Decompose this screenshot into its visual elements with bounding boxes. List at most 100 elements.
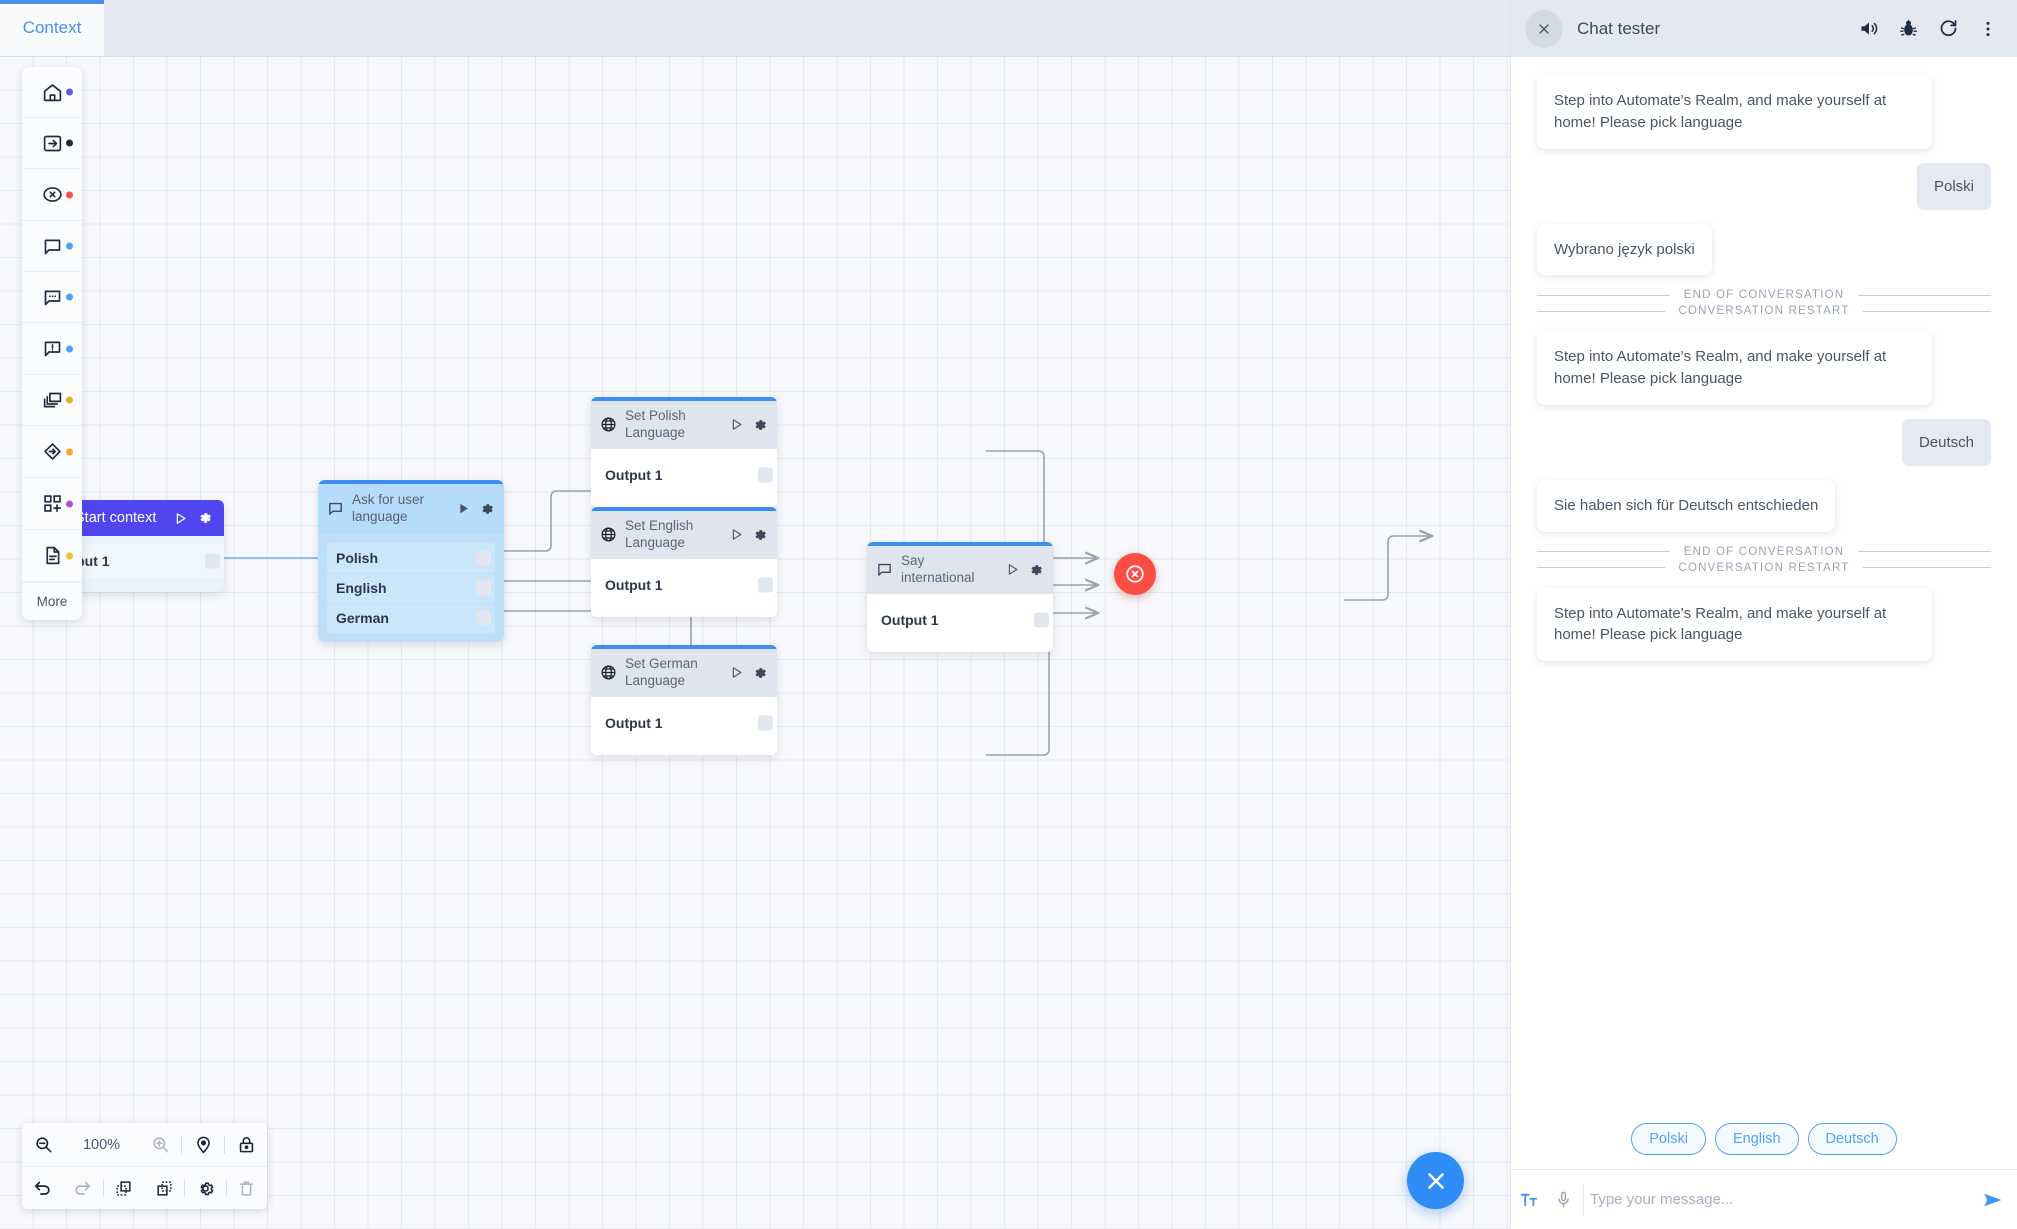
palette-dot	[66, 191, 73, 198]
gear-icon[interactable]	[479, 501, 495, 517]
tab-context[interactable]: Context	[0, 0, 104, 56]
divider-label: END OF CONVERSATION	[1683, 289, 1845, 302]
canvas-settings-button[interactable]	[185, 1179, 225, 1198]
output-port[interactable]	[1034, 612, 1049, 628]
chat-menu-button[interactable]	[1973, 19, 2003, 39]
text-format-button[interactable]	[1511, 1190, 1546, 1210]
microphone-button[interactable]	[1546, 1190, 1581, 1209]
output-port[interactable]	[476, 580, 491, 596]
redo-icon	[75, 1181, 91, 1195]
node-set-polish-language[interactable]: Set Polish Language Output 1	[591, 397, 777, 507]
paste-selection-button[interactable]	[144, 1179, 184, 1198]
trash-icon	[240, 1181, 254, 1196]
node-body: Output 1	[591, 448, 777, 507]
play-icon[interactable]	[729, 665, 744, 680]
conversation-divider: CONVERSATION RESTART	[1537, 562, 1991, 574]
palette-item-document[interactable]	[22, 530, 82, 581]
output-port[interactable]	[476, 550, 491, 566]
play-icon[interactable]	[173, 511, 188, 526]
flow-canvas[interactable]: More Start context Output 1	[0, 57, 1510, 1229]
send-button[interactable]	[1969, 1189, 2017, 1211]
lock-button[interactable]	[225, 1135, 267, 1154]
play-icon[interactable]	[729, 527, 744, 542]
gear-icon[interactable]	[1028, 562, 1044, 578]
play-icon[interactable]	[1005, 562, 1020, 577]
globe-icon	[601, 665, 616, 680]
node-output-row[interactable]: Output 1	[591, 705, 777, 740]
palette-item-home[interactable]	[22, 67, 82, 118]
output-port[interactable]	[758, 715, 773, 731]
bot-bubble: Step into Automate's Realm, and make you…	[1537, 587, 1932, 661]
conversation-divider: END OF CONVERSATION	[1537, 546, 1992, 558]
node-set-english-language[interactable]: Set English Language Output 1	[591, 507, 777, 617]
canvas-toolbar: 100%	[22, 1123, 267, 1209]
connector-layer	[215, 450, 1510, 756]
microphone-icon	[1558, 1191, 1569, 1208]
locate-button[interactable]	[182, 1135, 224, 1154]
zoom-in-button[interactable]	[139, 1135, 181, 1154]
node-output-row[interactable]: Output 1	[867, 602, 1053, 637]
play-icon[interactable]	[729, 417, 744, 432]
output-port[interactable]	[758, 467, 773, 483]
node-end-conversation[interactable]	[1114, 553, 1156, 595]
quick-reply-english[interactable]: English	[1714, 1123, 1799, 1155]
sound-toggle-button[interactable]	[1853, 18, 1883, 39]
zoom-level: 100%	[82, 1136, 121, 1153]
zoom-out-button[interactable]	[22, 1135, 64, 1154]
play-icon[interactable]	[456, 501, 471, 516]
chat-message-input[interactable]	[1590, 1191, 1969, 1208]
choice-row-english[interactable]: English	[327, 572, 495, 603]
palette-item-diamond-arrow[interactable]	[22, 426, 82, 477]
node-output-row[interactable]: Output 1	[591, 457, 777, 492]
node-output-label: Output 1	[881, 611, 939, 628]
restart-conversation-button[interactable]	[1933, 18, 1963, 39]
gear-icon[interactable]	[197, 510, 213, 526]
bot-bubble: Step into Automate's Realm, and make you…	[1537, 75, 1932, 149]
conversation-divider: CONVERSATION RESTART	[1537, 305, 1991, 317]
canvas-toolbar-edit-row	[22, 1166, 267, 1209]
undo-button[interactable]	[22, 1179, 62, 1198]
gear-icon	[200, 1182, 214, 1195]
close-chat-tester-fab[interactable]	[1407, 1152, 1464, 1209]
palette-item-grid-plus[interactable]	[22, 478, 82, 529]
palette-item-bubble-alert[interactable]	[22, 323, 82, 374]
gear-icon[interactable]	[752, 417, 768, 433]
choice-row-german[interactable]: German	[327, 602, 495, 633]
node-output-label: Output 1	[605, 576, 663, 593]
flow-editor: Context More Start context 1 Ask for use…	[0, 0, 1510, 1229]
node-output-row[interactable]: Output 1	[591, 567, 777, 602]
node-header: Ask for user language	[318, 484, 504, 534]
palette-item-enter[interactable]	[22, 118, 82, 169]
choice-row-polish[interactable]: Polish	[327, 543, 495, 573]
close-panel-button[interactable]	[1525, 9, 1563, 48]
node-title: Ask for user language	[352, 492, 425, 524]
bot-bubble: Step into Automate's Realm, and make you…	[1537, 331, 1932, 405]
node-set-german-language[interactable]: Set German Language Output 1	[591, 645, 777, 755]
gear-icon[interactable]	[752, 665, 768, 681]
quick-reply-deutsch[interactable]: Deutsch	[1807, 1123, 1897, 1155]
palette-item-close-circle[interactable]	[22, 169, 82, 220]
redo-button[interactable]	[62, 1179, 102, 1198]
output-port[interactable]	[476, 610, 491, 626]
node-ask-for-user-language[interactable]: Ask for user language Polish English Ger…	[318, 480, 504, 642]
chat-input-bar	[1511, 1169, 2017, 1229]
copy-selection-button[interactable]	[104, 1179, 144, 1198]
palette-more-button[interactable]: More	[22, 582, 82, 620]
palette-group-modules	[22, 478, 82, 530]
palette-dot	[66, 242, 73, 250]
palette-item-bubble[interactable]	[22, 221, 82, 272]
gear-icon[interactable]	[752, 527, 768, 543]
chat-message-list[interactable]: Step into Automate's Realm, and make you…	[1511, 57, 2017, 1113]
palette-dot	[66, 552, 73, 559]
chat-message: Step into Automate's Realm, and make you…	[1537, 331, 1991, 405]
delete-button[interactable]	[227, 1179, 267, 1198]
output-port[interactable]	[205, 553, 220, 569]
palette-more-label: More	[36, 594, 68, 609]
node-say-international[interactable]: Say international Output 1	[867, 542, 1053, 652]
quick-reply-polski[interactable]: Polski	[1631, 1123, 1706, 1155]
palette-item-layers[interactable]	[22, 375, 82, 426]
palette-item-bubble-dots[interactable]	[22, 272, 82, 323]
output-port[interactable]	[758, 577, 773, 593]
debug-button[interactable]	[1893, 18, 1923, 39]
speech-bubble-alert-icon	[44, 341, 60, 357]
